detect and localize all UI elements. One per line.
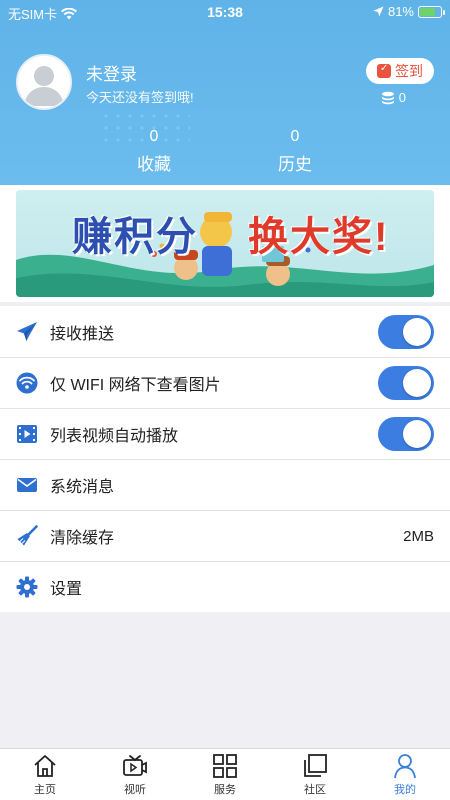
banner-section: 赚积分 换大奖!: [0, 185, 450, 302]
settings-label: 设置: [50, 581, 83, 598]
layers-icon: [304, 754, 327, 777]
tab-bar: 主页 视听 服务 社区 我的: [0, 748, 450, 800]
coin-balance[interactable]: 0: [381, 90, 406, 105]
row-push-notifications[interactable]: 接收推送: [0, 306, 450, 357]
status-bar: 无SIM卡 15:38 81%: [0, 0, 450, 24]
wifi-icon: [16, 372, 38, 394]
banner-text-prize: 换大奖!: [248, 215, 390, 259]
row-wifi-images[interactable]: 仅 WIFI 网络下查看图片: [0, 357, 450, 408]
row-settings[interactable]: 设置: [0, 561, 450, 612]
coin-count: 0: [398, 90, 406, 105]
grid-icon: [213, 754, 237, 778]
favorites-count: 0: [149, 128, 159, 145]
banner-text-earn: 赚积分: [72, 215, 198, 259]
gear-icon: [16, 576, 38, 598]
row-clear-cache[interactable]: 清除缓存 2MB: [0, 510, 450, 561]
video-icon: [16, 423, 38, 445]
settings-list: 接收推送 仅 WIFI 网络下查看图片 列表视频自动播放 系统消息 清除缓存 2…: [0, 306, 450, 612]
coin-stack-icon: [381, 91, 394, 104]
system-messages-label: 系统消息: [50, 479, 115, 496]
stat-history[interactable]: 0 历史: [255, 128, 335, 175]
tab-services[interactable]: 服务: [180, 749, 270, 800]
signin-hint: 今天还没有签到哦!: [86, 90, 194, 105]
stat-favorites[interactable]: 0 收藏: [114, 128, 194, 175]
location-arrow-icon: [373, 6, 384, 17]
battery-percent: 81%: [387, 4, 414, 19]
profile-header: 无SIM卡 15:38 81% 未登录 今天还没有签到哦! ✓ 签到 0 0 收…: [0, 0, 450, 185]
avatar[interactable]: [16, 54, 72, 110]
row-system-messages[interactable]: 系统消息: [0, 459, 450, 510]
history-label: 历史: [278, 155, 312, 174]
tv-icon: [123, 755, 147, 776]
push-toggle[interactable]: [378, 314, 434, 349]
tab-community[interactable]: 社区: [270, 749, 360, 800]
push-label: 接收推送: [50, 325, 115, 343]
tab-video-label: 视听: [124, 784, 146, 796]
tab-community-label: 社区: [304, 784, 326, 796]
tab-home-label: 主页: [34, 784, 56, 796]
favorites-label: 收藏: [137, 155, 171, 174]
signin-label: 签到: [395, 63, 423, 79]
cache-size: 2MB: [403, 527, 434, 545]
battery-icon: [418, 5, 445, 18]
calendar-check-icon: [377, 63, 391, 78]
wifi-images-toggle[interactable]: [378, 366, 434, 400]
wifi-images-label: 仅 WIFI 网络下查看图片: [50, 377, 221, 394]
tab-services-label: 服务: [214, 784, 236, 796]
autoplay-toggle[interactable]: [378, 417, 434, 451]
tab-mine[interactable]: 我的: [360, 749, 450, 800]
default-avatar-icon: [18, 56, 70, 108]
person-icon: [394, 754, 416, 779]
paper-plane-icon: [16, 321, 38, 343]
history-count: 0: [290, 128, 300, 145]
clear-cache-label: 清除缓存: [50, 530, 115, 547]
tab-home[interactable]: 主页: [0, 749, 90, 800]
user-name[interactable]: 未登录: [86, 60, 137, 85]
broom-icon: [16, 525, 38, 547]
mail-icon: [16, 474, 38, 496]
home-icon: [34, 755, 56, 777]
signin-button[interactable]: 签到: [366, 58, 434, 84]
promo-banner[interactable]: 赚积分 换大奖!: [16, 190, 434, 297]
row-autoplay-video[interactable]: 列表视频自动播放: [0, 408, 450, 459]
autoplay-label: 列表视频自动播放: [50, 428, 179, 445]
tab-video[interactable]: 视听: [90, 749, 180, 800]
tab-mine-label: 我的: [394, 784, 416, 796]
